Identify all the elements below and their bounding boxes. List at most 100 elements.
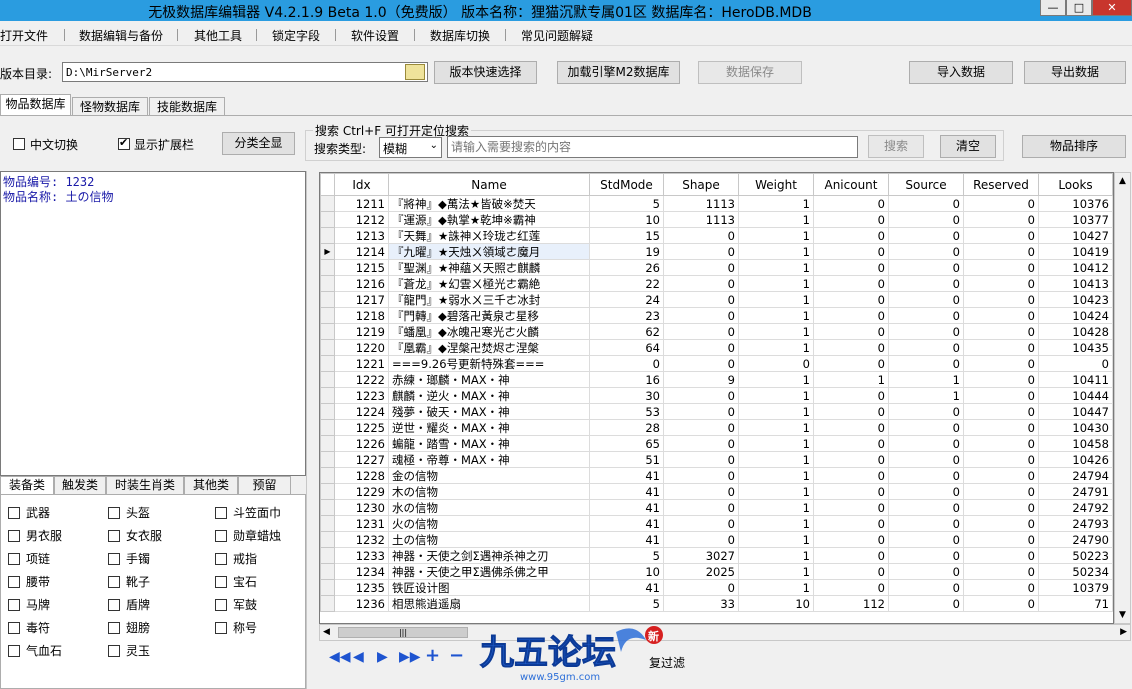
table-cell[interactable]: 1 — [738, 275, 814, 292]
table-cell[interactable]: 1216 — [334, 275, 389, 292]
scroll-thumb[interactable]: ||| — [338, 627, 468, 638]
table-cell[interactable]: 0 — [1038, 355, 1113, 372]
table-cell[interactable]: 10376 — [1038, 195, 1113, 212]
minimize-button[interactable]: — — [1040, 0, 1066, 16]
table-cell[interactable]: 0 — [663, 499, 739, 516]
row-indicator[interactable] — [320, 371, 335, 388]
row-indicator[interactable] — [320, 403, 335, 420]
category-checkbox[interactable] — [108, 576, 120, 588]
table-cell[interactable]: 1235 — [334, 579, 389, 596]
category-checkbox-item[interactable]: 男衣服 — [8, 527, 62, 544]
table-cell[interactable]: 0 — [663, 419, 739, 436]
table-cell[interactable]: 0 — [963, 403, 1039, 420]
category-checkbox[interactable] — [108, 530, 120, 542]
row-indicator[interactable] — [320, 563, 335, 580]
last-record-icon[interactable]: ▶▶ — [399, 649, 421, 665]
category-checkbox[interactable] — [108, 507, 120, 519]
table-cell[interactable]: 0 — [888, 467, 964, 484]
table-cell[interactable]: 23 — [589, 307, 664, 324]
show-all-categories-button[interactable]: 分类全显 — [222, 132, 295, 155]
table-cell[interactable]: 0 — [663, 227, 739, 244]
table-cell[interactable]: 0 — [963, 563, 1039, 580]
scroll-down-icon[interactable]: ▼ — [1115, 607, 1130, 623]
table-cell[interactable]: 0 — [963, 291, 1039, 308]
sort-items-button[interactable]: 物品排序 — [1022, 135, 1126, 158]
table-cell[interactable]: 10419 — [1038, 243, 1113, 260]
cell-name[interactable]: 赤練・瑯麟・MAX・神 — [388, 371, 590, 388]
table-cell[interactable]: 0 — [663, 355, 739, 372]
cell-name[interactable]: 殘夢・破天・MAX・神 — [388, 403, 590, 420]
category-checkbox[interactable] — [108, 553, 120, 565]
table-cell[interactable]: 0 — [663, 307, 739, 324]
table-cell[interactable]: 10379 — [1038, 579, 1113, 596]
table-cell[interactable]: 1223 — [334, 387, 389, 404]
category-checkbox[interactable] — [8, 530, 20, 542]
table-cell[interactable]: 1221 — [334, 355, 389, 372]
category-checkbox-item[interactable]: 勋章蜡烛 — [215, 527, 281, 544]
column-header[interactable]: Weight — [738, 173, 814, 196]
close-button[interactable]: ✕ — [1092, 0, 1132, 16]
table-row[interactable]: 1229 木の信物 41 0 1 0 0 0 24791 — [320, 483, 1113, 500]
table-cell[interactable]: 1213 — [334, 227, 389, 244]
table-cell[interactable]: 0 — [963, 227, 1039, 244]
menu-faq[interactable]: 常见问题解疑 — [521, 27, 593, 44]
table-cell[interactable]: 0 — [963, 371, 1039, 388]
column-header[interactable]: Idx — [334, 173, 389, 196]
row-indicator[interactable] — [320, 211, 335, 228]
category-checkbox[interactable] — [215, 553, 227, 565]
table-cell[interactable]: 1228 — [334, 467, 389, 484]
search-input[interactable] — [447, 136, 858, 158]
cell-name[interactable]: 火の信物 — [388, 515, 590, 532]
table-cell[interactable]: 1 — [738, 211, 814, 228]
category-checkbox-item[interactable]: 毒符 — [8, 619, 50, 636]
table-row[interactable]: 1231 火の信物 41 0 1 0 0 0 24793 — [320, 515, 1113, 532]
table-cell[interactable]: 0 — [813, 483, 889, 500]
table-cell[interactable]: 1229 — [334, 483, 389, 500]
quick-select-button[interactable]: 版本快速选择 — [434, 61, 537, 84]
table-cell[interactable]: 33 — [663, 595, 739, 612]
category-checkbox-item[interactable]: 靴子 — [108, 573, 150, 590]
cell-name[interactable]: 蝙龍・踏雪・MAX・神 — [388, 435, 590, 452]
menu-data-edit-backup[interactable]: 数据编辑与备份 — [79, 27, 163, 44]
table-cell[interactable]: 0 — [888, 211, 964, 228]
row-indicator[interactable] — [320, 531, 335, 548]
table-cell[interactable]: 1 — [738, 435, 814, 452]
table-cell[interactable]: 0 — [963, 211, 1039, 228]
table-cell[interactable]: 0 — [963, 339, 1039, 356]
table-row[interactable]: 1211 『將神』◆萬法★皆破※焚天 5 1113 1 0 0 0 10376 — [320, 195, 1113, 212]
table-cell[interactable]: 1236 — [334, 595, 389, 612]
table-cell[interactable]: 0 — [963, 467, 1039, 484]
table-row[interactable]: 1225 逆世・耀炎・MAX・神 28 0 1 0 0 0 10430 — [320, 419, 1113, 436]
table-cell[interactable]: 0 — [963, 595, 1039, 612]
save-button[interactable]: 数据保存 — [698, 61, 802, 84]
table-cell[interactable]: 24794 — [1038, 467, 1113, 484]
table-cell[interactable]: 1 — [738, 515, 814, 532]
table-cell[interactable]: 5 — [589, 195, 664, 212]
table-cell[interactable]: 5 — [589, 547, 664, 564]
table-cell[interactable]: 0 — [663, 259, 739, 276]
next-record-icon[interactable]: ▶ — [377, 649, 388, 665]
table-cell[interactable]: 1 — [738, 195, 814, 212]
table-cell[interactable]: 0 — [888, 547, 964, 564]
table-cell[interactable]: 1 — [738, 259, 814, 276]
cell-name[interactable]: ===9.26号更新特殊套=== — [388, 355, 590, 372]
table-cell[interactable]: 24792 — [1038, 499, 1113, 516]
column-header[interactable]: Reserved — [963, 173, 1039, 196]
table-cell[interactable]: 0 — [663, 531, 739, 548]
table-cell[interactable]: 1220 — [334, 339, 389, 356]
cell-name[interactable]: 『蟠凰』◆冰魄卍寒光ㄜ火麟 — [388, 323, 590, 340]
category-checkbox-item[interactable]: 武器 — [8, 504, 50, 521]
cell-name[interactable]: 『門轉』◆碧落卍黃泉ㄜ星移 — [388, 307, 590, 324]
table-cell[interactable]: 0 — [663, 467, 739, 484]
table-cell[interactable]: 1113 — [663, 211, 739, 228]
table-cell[interactable]: 1 — [738, 563, 814, 580]
table-row[interactable]: 1233 神器・天使之剑Σ遇神杀神之刃 5 3027 1 0 0 0 50223 — [320, 547, 1113, 564]
table-row[interactable]: 1221 ===9.26号更新特殊套=== 0 0 0 0 0 0 0 — [320, 355, 1113, 372]
table-cell[interactable]: 64 — [589, 339, 664, 356]
table-cell[interactable]: 0 — [963, 243, 1039, 260]
table-cell[interactable]: 1 — [738, 531, 814, 548]
table-cell[interactable]: 0 — [963, 307, 1039, 324]
column-header[interactable]: Shape — [663, 173, 739, 196]
scroll-left-icon[interactable]: ◀ — [323, 627, 330, 637]
category-checkbox-item[interactable]: 戒指 — [215, 550, 257, 567]
